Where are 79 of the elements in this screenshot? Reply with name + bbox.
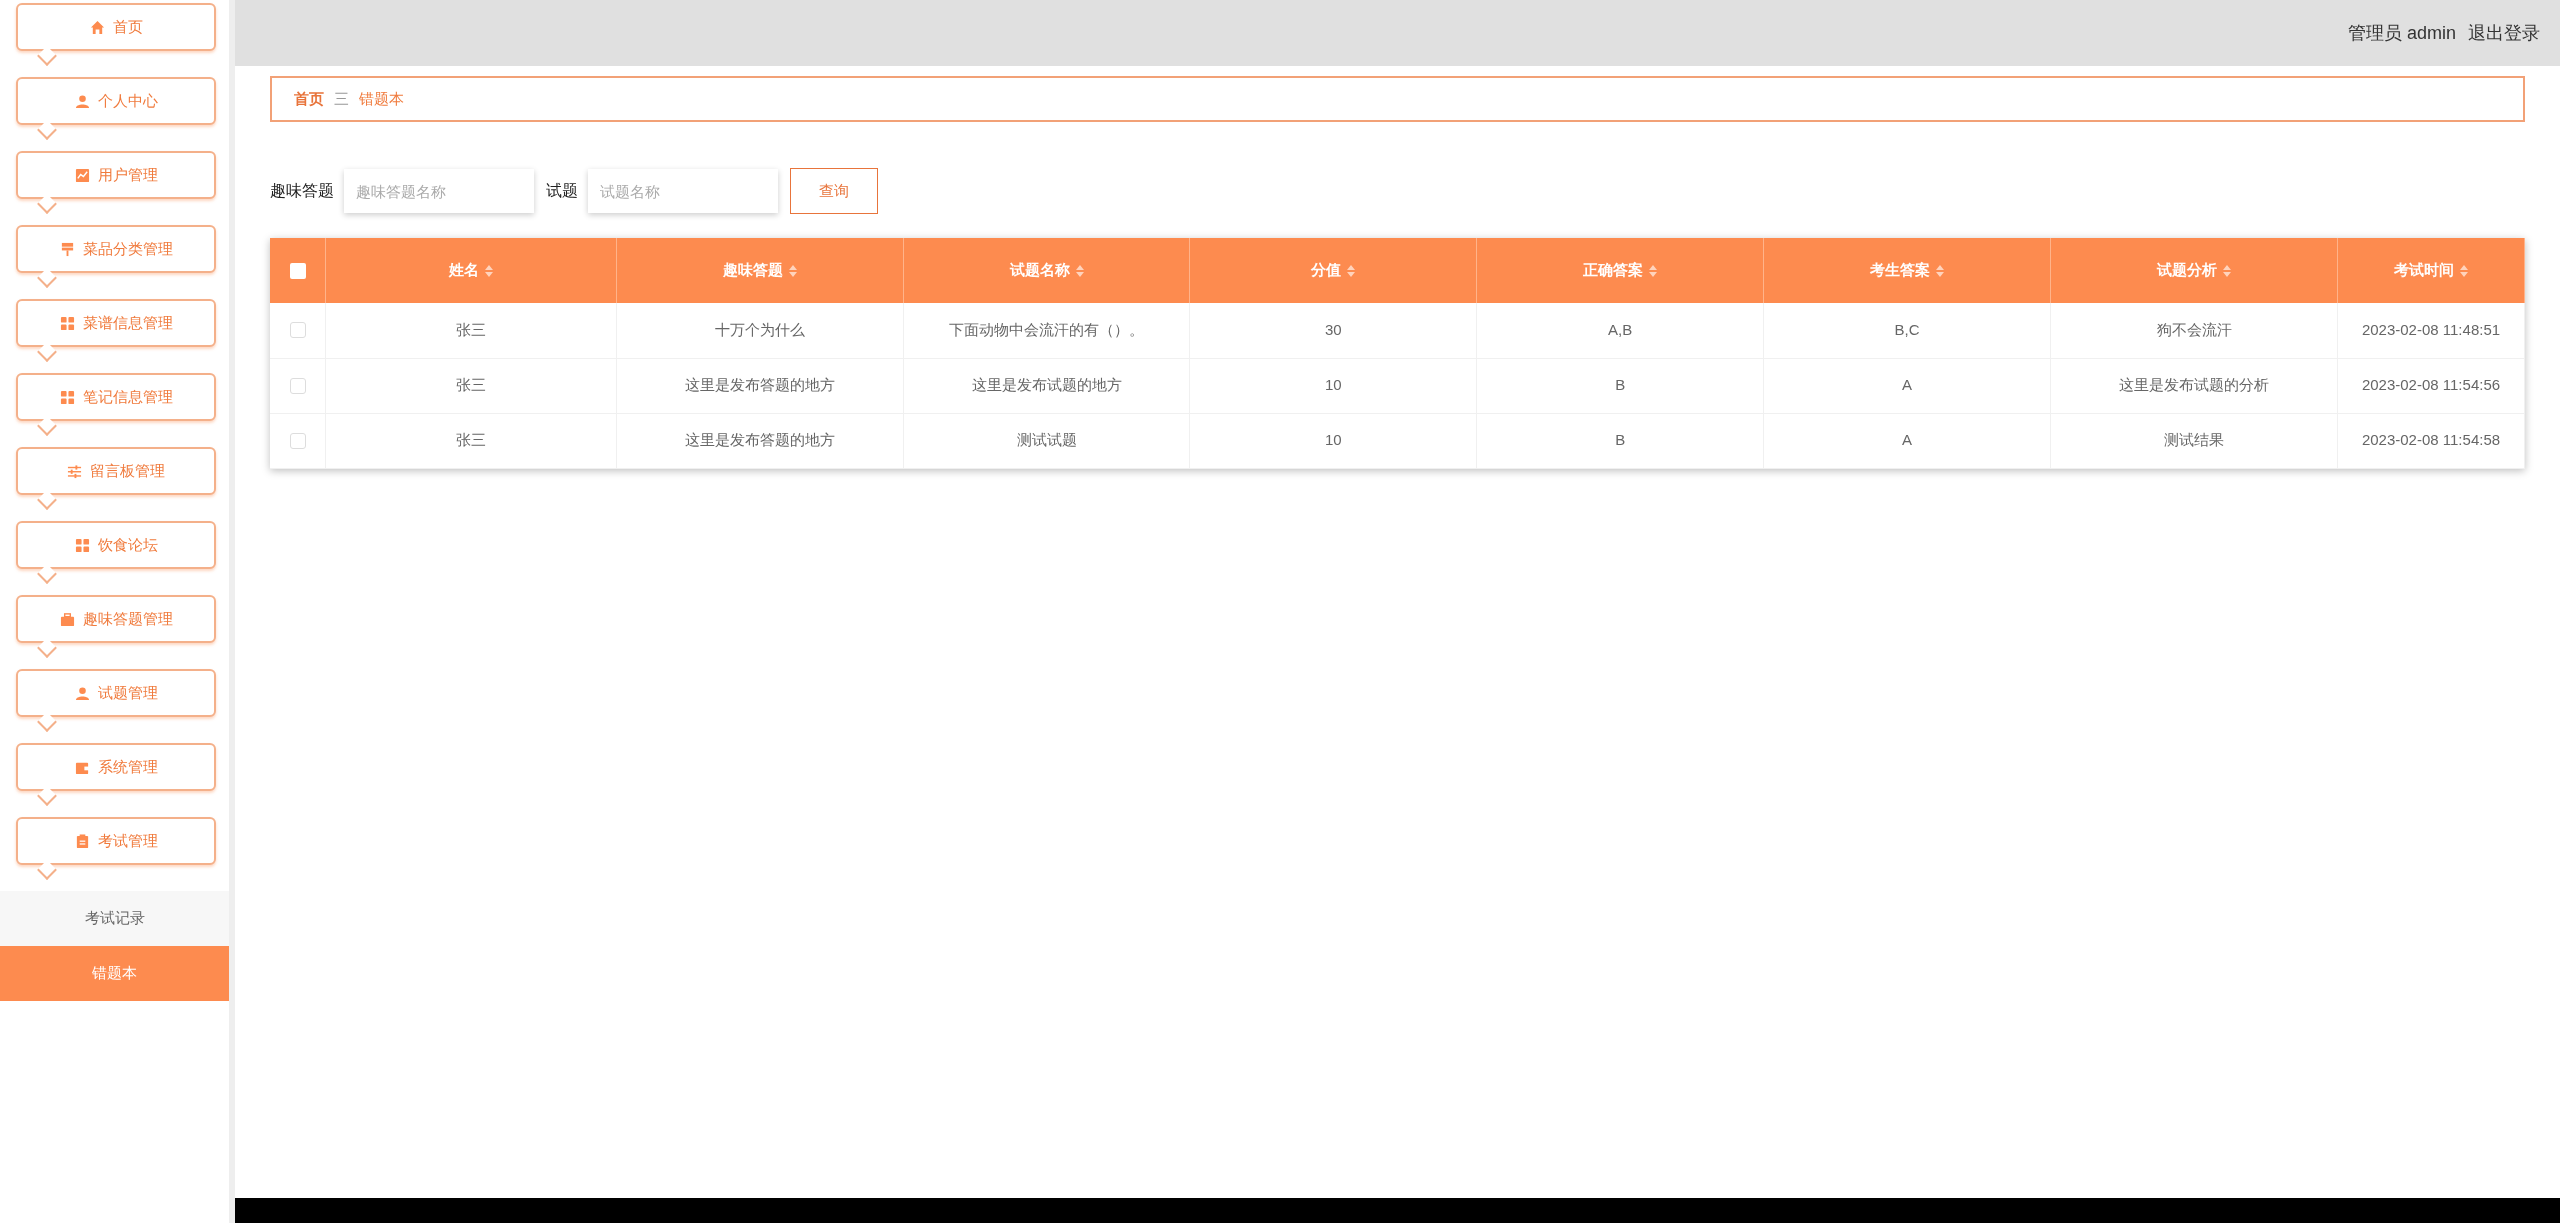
sort-icon[interactable] — [2460, 264, 2468, 277]
clipboard-icon — [74, 833, 90, 849]
column-header[interactable]: 趣味答题 — [723, 259, 784, 282]
table-cell: 测试试题 — [903, 413, 1190, 468]
table-cell: 2023-02-08 11:54:56 — [2337, 358, 2525, 413]
admin-label: 管理员 admin — [2347, 21, 2456, 45]
table-cell: 下面动物中会流汗的有（）。 — [903, 303, 1190, 358]
table-cell: A — [1763, 358, 2051, 413]
sort-icon[interactable] — [1649, 264, 1658, 277]
column-header[interactable]: 姓名 — [449, 259, 480, 282]
column-header[interactable]: 正确答案 — [1583, 259, 1644, 282]
home-icon — [89, 19, 105, 35]
sidebar-item[interactable]: 菜品分类管理 — [16, 225, 216, 273]
table-cell: 十万个为什么 — [616, 303, 904, 358]
sidebar-item[interactable]: 首页 — [16, 3, 216, 51]
sidebar-item[interactable]: 菜谱信息管理 — [16, 299, 216, 347]
sort-icon[interactable] — [2223, 264, 2231, 277]
sidebar-item[interactable]: 笔记信息管理 — [16, 373, 216, 421]
row-checkbox[interactable] — [289, 322, 306, 339]
person-icon — [74, 93, 90, 109]
table-cell: B — [1476, 358, 1764, 413]
column-header[interactable]: 考生答案 — [1870, 259, 1931, 282]
table-cell: 30 — [1189, 303, 1477, 358]
sort-icon[interactable] — [1936, 264, 1945, 277]
sort-icon[interactable] — [1075, 264, 1084, 277]
chart-icon — [74, 167, 90, 183]
sidebar-subitem[interactable]: 错题本 — [0, 946, 229, 1001]
person-icon — [74, 685, 90, 701]
column-header[interactable]: 考试时间 — [2394, 259, 2454, 282]
table-cell: 这里是发布试题的分析 — [2050, 358, 2338, 413]
table-cell: 张三 — [326, 413, 617, 468]
sidebar-item[interactable]: 系统管理 — [16, 743, 216, 791]
breadcrumb-link[interactable]: 首页 — [294, 87, 324, 111]
search-button[interactable]: 查询 — [790, 168, 878, 214]
select-all-checkbox[interactable] — [289, 262, 306, 279]
sliders-icon — [67, 463, 82, 479]
sidebar-item[interactable]: 饮食论坛 — [16, 521, 216, 569]
search-field[interactable]: 趣味答题名称 — [344, 169, 534, 213]
sidebar-subitem[interactable]: 考试记录 — [0, 891, 229, 946]
sort-icon[interactable] — [789, 264, 798, 277]
breadcrumb-link[interactable]: 错题本 — [359, 87, 404, 111]
table-cell: B,C — [1763, 303, 2051, 358]
table-cell: A — [1763, 413, 2051, 468]
table-cell: 测试结果 — [2050, 413, 2338, 468]
row-checkbox[interactable] — [289, 432, 306, 449]
table-cell: 10 — [1189, 413, 1477, 468]
logout-link[interactable]: 退出登录 — [2468, 19, 2540, 47]
sidebar-item[interactable]: 试题管理 — [16, 669, 216, 717]
table-cell: 2023-02-08 11:54:58 — [2337, 413, 2525, 468]
brush-icon — [59, 241, 75, 257]
table-cell: 狗不会流汗 — [2050, 303, 2338, 358]
table-cell: 张三 — [326, 303, 617, 358]
grid-icon — [59, 389, 75, 405]
grid-icon — [59, 315, 75, 331]
table-cell: 这里是发布答题的地方 — [616, 358, 904, 413]
table-cell: 这里是发布答题的地方 — [616, 413, 904, 468]
table-cell: A,B — [1476, 303, 1764, 358]
grid-icon — [74, 537, 90, 553]
briefcase-icon — [59, 611, 75, 627]
column-header[interactable]: 试题名称 — [1009, 259, 1070, 282]
sidebar-item[interactable]: 趣味答题管理 — [16, 595, 216, 643]
column-header[interactable]: 试题分析 — [2157, 259, 2217, 282]
table-cell: 这里是发布试题的地方 — [903, 358, 1190, 413]
table-cell: 张三 — [326, 358, 617, 413]
table-cell: B — [1476, 413, 1764, 468]
sidebar-item[interactable]: 留言板管理 — [16, 447, 216, 495]
breadcrumb-separator: 三 — [334, 88, 349, 109]
search-field[interactable]: 试题名称 — [588, 169, 778, 213]
search-label: 趣味答题 — [270, 181, 334, 201]
sidebar-item[interactable]: 个人中心 — [16, 77, 216, 125]
sidebar-item[interactable]: 考试管理 — [16, 817, 216, 865]
sidebar-item[interactable]: 用户管理 — [16, 151, 216, 199]
sort-icon[interactable] — [485, 264, 494, 277]
table-cell: 2023-02-08 11:48:51 — [2337, 303, 2525, 358]
search-label: 试题 — [546, 181, 578, 201]
column-header[interactable]: 分值 — [1311, 259, 1342, 282]
table-cell: 10 — [1189, 358, 1477, 413]
sort-icon[interactable] — [1347, 264, 1356, 277]
row-checkbox[interactable] — [289, 377, 306, 394]
